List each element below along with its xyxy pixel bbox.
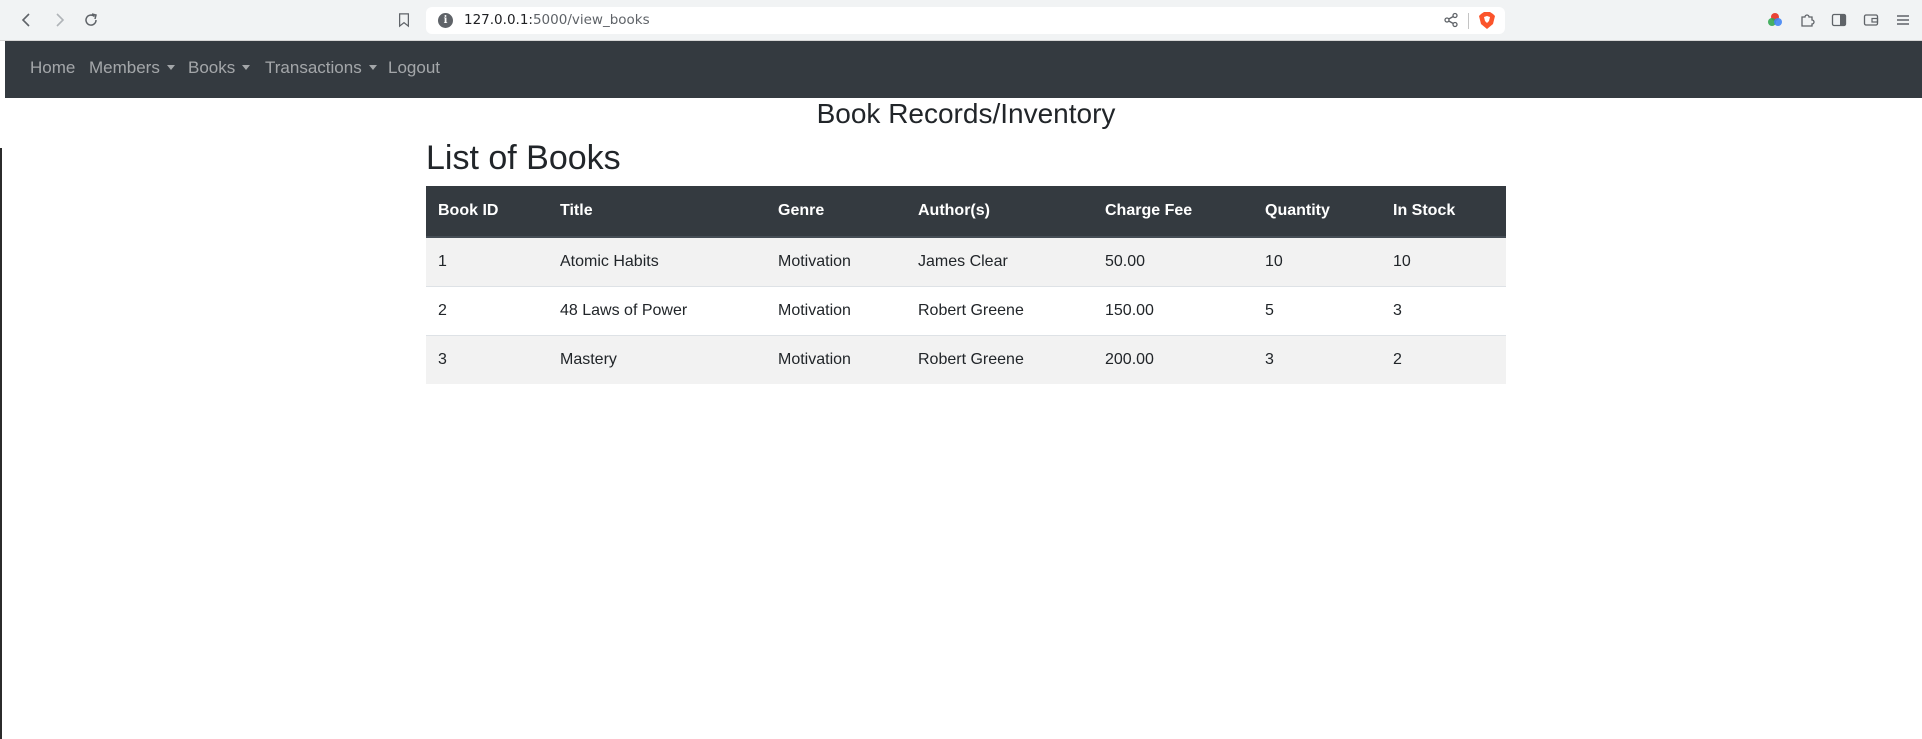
caret-down-icon: [166, 65, 175, 70]
table-row: 3 Mastery Motivation Robert Greene 200.0…: [426, 334, 1506, 384]
url-host: 127.0.0.1:: [464, 12, 533, 28]
cell-book-id: 3: [426, 334, 548, 384]
cell-charge-fee: 50.00: [1093, 236, 1253, 286]
menu-button[interactable]: [1894, 11, 1912, 29]
bookmark-icon: [399, 13, 409, 28]
cell-authors: Robert Greene: [906, 334, 1093, 384]
window-edge-line: [0, 148, 2, 739]
extension-colors-button[interactable]: [1766, 11, 1784, 29]
address-divider: [1468, 13, 1469, 29]
column-header-authors: Author(s): [906, 186, 1093, 238]
cell-genre: Motivation: [766, 285, 906, 335]
cell-charge-fee: 150.00: [1093, 285, 1253, 335]
nav-books-label: Books: [188, 58, 236, 77]
cell-title: 48 Laws of Power: [548, 285, 766, 335]
column-header-book-id: Book ID: [426, 186, 548, 238]
cell-quantity: 10: [1253, 236, 1381, 286]
extensions-button[interactable]: [1798, 11, 1816, 29]
nav-members-label: Members: [89, 58, 160, 77]
caret-down-icon: [242, 65, 251, 70]
cell-book-id: 1: [426, 236, 548, 286]
table-row: 2 48 Laws of Power Motivation Robert Gre…: [426, 285, 1506, 335]
cell-quantity: 3: [1253, 334, 1381, 384]
url-text[interactable]: 127.0.0.1:5000/view_books: [464, 12, 650, 28]
cell-in-stock: 2: [1381, 334, 1506, 384]
cell-title: Mastery: [548, 334, 766, 384]
nav-books-dropdown[interactable]: Books: [188, 58, 251, 78]
table-header-row: Book ID Title Genre Author(s) Charge Fee…: [426, 186, 1506, 238]
nav-transactions-dropdown[interactable]: Transactions: [265, 58, 377, 78]
wallet-button[interactable]: [1862, 11, 1880, 29]
page-heading: Book Records/Inventory: [816, 98, 1116, 129]
column-header-quantity: Quantity: [1253, 186, 1381, 238]
column-header-in-stock: In Stock: [1381, 186, 1506, 238]
nav-logout[interactable]: Logout: [388, 58, 440, 78]
cell-authors: Robert Greene: [906, 285, 1093, 335]
nav-members-dropdown[interactable]: Members: [89, 58, 175, 78]
brave-shield-icon[interactable]: [1478, 11, 1496, 30]
info-icon[interactable]: i: [438, 13, 453, 28]
sidebar-icon: [1831, 13, 1847, 27]
back-button[interactable]: [15, 8, 39, 32]
caret-down-icon: [368, 65, 377, 70]
books-table: Book ID Title Genre Author(s) Charge Fee…: [426, 186, 1506, 384]
puzzle-icon: [1801, 14, 1815, 27]
cell-quantity: 5: [1253, 285, 1381, 335]
nav-transactions-label: Transactions: [265, 58, 362, 77]
nav-home[interactable]: Home: [30, 58, 75, 78]
cell-genre: Motivation: [766, 334, 906, 384]
reload-icon: [85, 13, 97, 26]
list-title: List of Books: [426, 139, 621, 177]
arrow-right-icon: [56, 13, 65, 27]
column-header-charge-fee: Charge Fee: [1093, 186, 1253, 238]
forward-button[interactable]: [47, 8, 71, 32]
reload-button[interactable]: [79, 8, 103, 32]
share-icon[interactable]: [1443, 12, 1459, 28]
cell-in-stock: 3: [1381, 285, 1506, 335]
url-path: 5000/view_books: [532, 12, 650, 28]
cell-charge-fee: 200.00: [1093, 334, 1253, 384]
cell-book-id: 2: [426, 285, 548, 335]
cell-authors: James Clear: [906, 236, 1093, 286]
browser-toolbar: i 127.0.0.1:5000/view_books: [0, 0, 1922, 41]
table-row: 1 Atomic Habits Motivation James Clear 5…: [426, 236, 1506, 286]
column-header-title: Title: [548, 186, 766, 238]
address-bar[interactable]: i 127.0.0.1:5000/view_books: [426, 7, 1505, 34]
wallet-icon: [1863, 14, 1879, 26]
sidebar-button[interactable]: [1830, 11, 1848, 29]
bookmark-button[interactable]: [392, 8, 416, 32]
color-wheel-icon: [1768, 13, 1782, 26]
hamburger-menu-icon: [1897, 15, 1909, 25]
cell-title: Atomic Habits: [548, 236, 766, 286]
cell-genre: Motivation: [766, 236, 906, 286]
arrow-left-icon: [21, 13, 30, 27]
column-header-genre: Genre: [766, 186, 906, 238]
cell-in-stock: 10: [1381, 236, 1506, 286]
main-navbar: Home Members Books Transactions Logout: [5, 41, 1922, 98]
